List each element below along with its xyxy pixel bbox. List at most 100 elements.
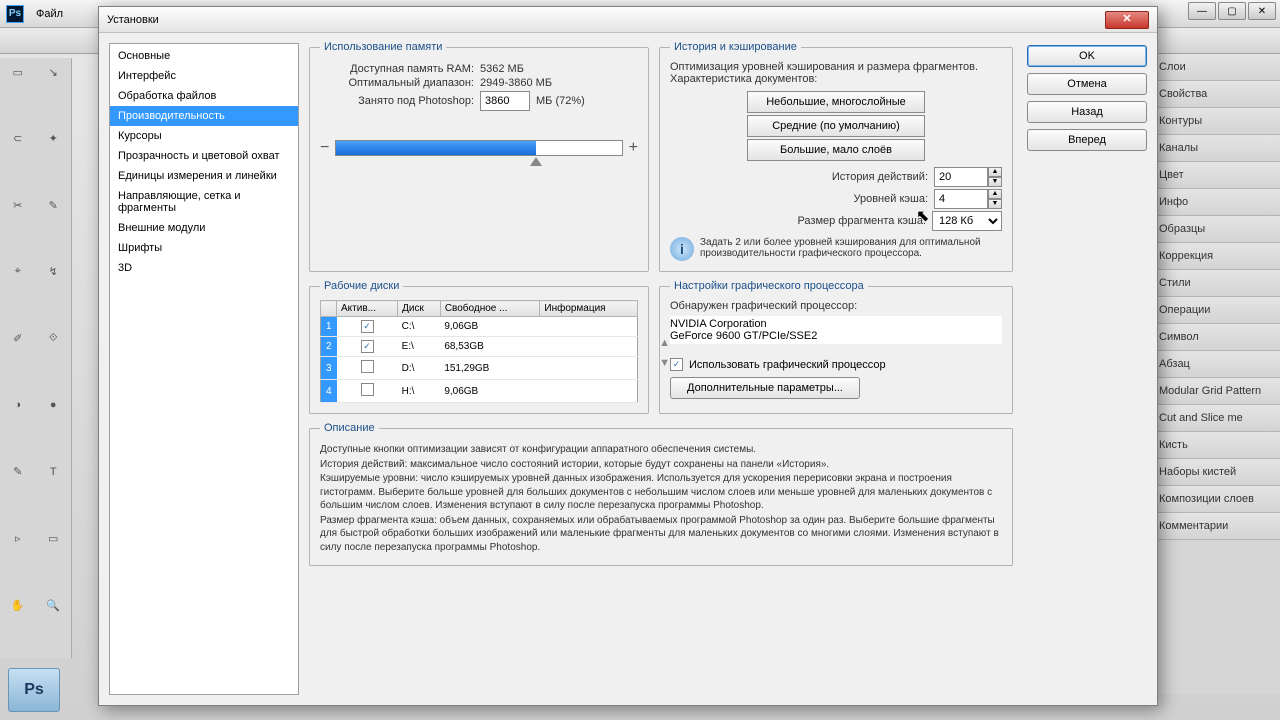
- tool-icon[interactable]: ✂: [0, 191, 36, 219]
- desc-p3: Кэшируемые уровни: число кэшируемых уров…: [320, 472, 1002, 513]
- panel-tab[interactable]: Символ: [1151, 324, 1280, 351]
- table-row[interactable]: 1✓C:\9,06GB: [321, 317, 638, 337]
- menu-file[interactable]: Файл: [36, 8, 63, 20]
- tool-icon[interactable]: ●: [36, 391, 72, 419]
- cancel-button[interactable]: Отмена: [1027, 73, 1147, 95]
- memory-used-input[interactable]: [480, 91, 530, 111]
- use-gpu-checkbox[interactable]: ✓: [670, 358, 683, 371]
- col-info[interactable]: Информация: [540, 301, 638, 317]
- scratch-disks-table: Актив... Диск Свободное ... Информация 1…: [320, 300, 638, 403]
- panel-tab[interactable]: Образцы: [1151, 216, 1280, 243]
- tool-icon[interactable]: ⊂: [0, 125, 36, 153]
- tool-icon[interactable]: ▹: [0, 525, 36, 553]
- cache-levels-label: Уровней кэша:: [853, 193, 928, 205]
- slider-plus[interactable]: +: [629, 139, 638, 157]
- category-item[interactable]: Курсоры: [110, 126, 298, 146]
- tool-icon[interactable]: ✐: [0, 325, 36, 353]
- panel-tab[interactable]: Цвет: [1151, 162, 1280, 189]
- category-item[interactable]: Производительность: [110, 106, 298, 126]
- history-intro: Оптимизация уровней кэширования и размер…: [670, 61, 1002, 85]
- gpu-detected-label: Обнаружен графический процессор:: [670, 300, 1002, 312]
- col-free[interactable]: Свободное ...: [440, 301, 540, 317]
- category-item[interactable]: 3D: [110, 258, 298, 278]
- cache-tile-select[interactable]: 128 Кб: [932, 211, 1002, 231]
- tool-icon[interactable]: T: [36, 458, 72, 486]
- table-row[interactable]: 3D:\151,29GB: [321, 357, 638, 380]
- history-states-input[interactable]: [934, 167, 988, 187]
- preset-tall-thin-button[interactable]: Небольшие, многослойные: [747, 91, 925, 113]
- category-item[interactable]: Основные: [110, 46, 298, 66]
- panel-tab[interactable]: Комментарии: [1151, 513, 1280, 540]
- category-item[interactable]: Интерфейс: [110, 66, 298, 86]
- prev-button[interactable]: Назад: [1027, 101, 1147, 123]
- desc-p4: Размер фрагмента кэша: объем данных, сох…: [320, 514, 1002, 555]
- tool-icon[interactable]: ◑: [0, 391, 36, 419]
- preset-big-flat-button[interactable]: Большие, мало слоёв: [747, 139, 925, 161]
- tool-icon[interactable]: ✎: [36, 191, 72, 219]
- table-row[interactable]: 4H:\9,06GB: [321, 380, 638, 403]
- dialog-title: Установки: [107, 14, 159, 26]
- tool-icon[interactable]: 🔍: [36, 591, 72, 619]
- panel-tab[interactable]: Modular Grid Pattern: [1151, 378, 1280, 405]
- dialog-close-button[interactable]: ✕: [1105, 11, 1149, 29]
- gpu-advanced-button[interactable]: Дополнительные параметры...: [670, 377, 860, 399]
- cache-levels-input[interactable]: [934, 189, 988, 209]
- category-list: ОсновныеИнтерфейсОбработка файловПроизво…: [109, 43, 299, 695]
- category-item[interactable]: Направляющие, сетка и фрагменты: [110, 186, 298, 218]
- spin-down[interactable]: ▼: [988, 199, 1002, 209]
- panel-tab[interactable]: Cut and Slice me: [1151, 405, 1280, 432]
- tool-icon[interactable]: ▭: [0, 58, 36, 86]
- preset-default-button[interactable]: Средние (по умолчанию): [747, 115, 925, 137]
- window-controls: — ▢ ✕: [1188, 2, 1276, 20]
- slider-minus[interactable]: −: [320, 139, 329, 157]
- next-button[interactable]: Вперед: [1027, 129, 1147, 151]
- cache-tip: Задать 2 или более уровней кэширования д…: [700, 237, 1002, 259]
- category-item[interactable]: Прозрачность и цветовой охват: [110, 146, 298, 166]
- panel-tab[interactable]: Операции: [1151, 297, 1280, 324]
- cache-tile-label: Размер фрагмента кэша:: [797, 215, 926, 227]
- panel-tab[interactable]: Слои: [1151, 54, 1280, 81]
- taskbar-ps-icon[interactable]: Ps: [8, 668, 60, 712]
- tool-icon[interactable]: ✋: [0, 591, 36, 619]
- col-active[interactable]: Актив...: [337, 301, 398, 317]
- panel-tab[interactable]: Контуры: [1151, 108, 1280, 135]
- panel-tab[interactable]: Инфо: [1151, 189, 1280, 216]
- tool-icon[interactable]: ↯: [36, 258, 72, 286]
- tool-icon[interactable]: ↘: [36, 58, 72, 86]
- table-row[interactable]: 2✓E:\68,53GB: [321, 337, 638, 357]
- tools-panel: ▭↘ ⊂✦ ✂✎ ⌖↯ ✐⟐ ◑● ✎T ▹▭ ✋🔍: [0, 58, 72, 658]
- panel-tab[interactable]: Абзац: [1151, 351, 1280, 378]
- disk-active-checkbox[interactable]: ✓: [361, 320, 374, 333]
- tool-icon[interactable]: ✦: [36, 125, 72, 153]
- close-button[interactable]: ✕: [1248, 2, 1276, 20]
- desc-p1: Доступные кнопки оптимизации зависят от …: [320, 443, 1002, 457]
- ok-button[interactable]: OK: [1027, 45, 1147, 67]
- disk-active-checkbox[interactable]: ✓: [361, 340, 374, 353]
- col-disk[interactable]: Диск: [398, 301, 441, 317]
- spin-up[interactable]: ▲: [988, 189, 1002, 199]
- panel-tab[interactable]: Наборы кистей: [1151, 459, 1280, 486]
- maximize-button[interactable]: ▢: [1218, 2, 1246, 20]
- disk-active-checkbox[interactable]: [361, 383, 374, 396]
- tool-icon[interactable]: ⌖: [0, 258, 36, 286]
- spin-down[interactable]: ▼: [988, 177, 1002, 187]
- category-item[interactable]: Шрифты: [110, 238, 298, 258]
- category-item[interactable]: Обработка файлов: [110, 86, 298, 106]
- panel-tab[interactable]: Коррекция: [1151, 243, 1280, 270]
- disk-active-checkbox[interactable]: [361, 360, 374, 373]
- panel-tab[interactable]: Свойства: [1151, 81, 1280, 108]
- category-item[interactable]: Единицы измерения и линейки: [110, 166, 298, 186]
- spin-up[interactable]: ▲: [988, 167, 1002, 177]
- category-item[interactable]: Внешние модули: [110, 218, 298, 238]
- panel-tab[interactable]: Кисть: [1151, 432, 1280, 459]
- panel-tab[interactable]: Стили: [1151, 270, 1280, 297]
- panel-tab[interactable]: Композиции слоев: [1151, 486, 1280, 513]
- minimize-button[interactable]: —: [1188, 2, 1216, 20]
- tool-icon[interactable]: ✎: [0, 458, 36, 486]
- gpu-legend: Настройки графического процессора: [670, 280, 868, 292]
- available-ram-value: 5362 МБ: [480, 63, 524, 75]
- memory-slider[interactable]: [335, 140, 622, 156]
- tool-icon[interactable]: ⟐: [36, 325, 72, 353]
- tool-icon[interactable]: ▭: [36, 525, 72, 553]
- panel-tab[interactable]: Каналы: [1151, 135, 1280, 162]
